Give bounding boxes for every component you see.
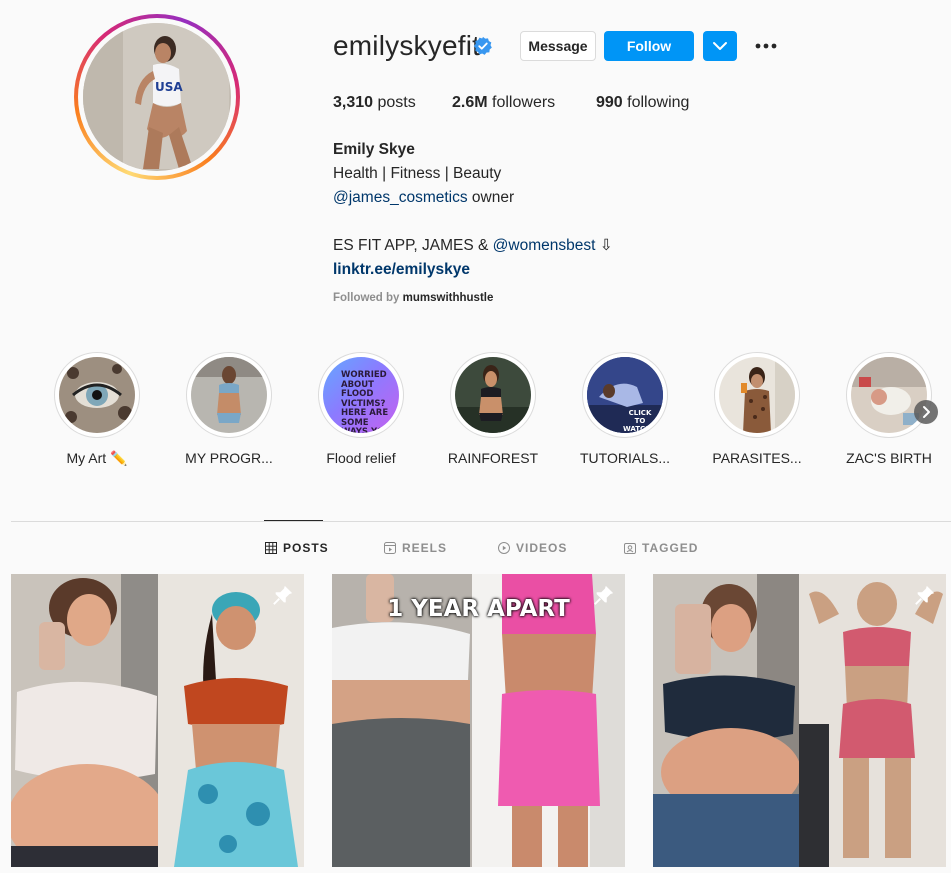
posts-count-value: 3,310 <box>333 94 374 111</box>
followers-link[interactable]: 2.6M followers <box>452 94 555 112</box>
highlight-ring <box>54 352 140 438</box>
suggested-accounts-dropdown-button[interactable] <box>703 31 737 61</box>
tab-label: VIDEOS <box>516 541 568 555</box>
avatar-photo: USA <box>83 23 231 171</box>
active-tab-indicator <box>264 520 323 521</box>
highlight-parasites[interactable]: PARASITES... <box>712 352 802 466</box>
highlight-ring: WORRIED ABOUT FLOOD VICTIMS? HERE ARE SO… <box>318 352 404 438</box>
bio-external-link[interactable]: linktr.ee/emilyskye <box>333 258 613 282</box>
highlight-ring <box>450 352 536 438</box>
highlights-next-button[interactable] <box>914 400 938 424</box>
profile-username: emilyskyefit <box>333 30 481 61</box>
message-button[interactable]: Message <box>520 31 596 61</box>
highlight-cover: WORRIED ABOUT FLOOD VICTIMS? HERE ARE SO… <box>323 357 399 433</box>
avatar-figure-icon: USA <box>83 23 229 169</box>
flood-relief-cover-text: WORRIED ABOUT FLOOD VICTIMS? HERE ARE SO… <box>341 370 391 433</box>
tabs-divider <box>11 521 951 522</box>
highlight-ring <box>714 352 800 438</box>
rainforest-photo-icon <box>455 357 531 433</box>
highlight-cover <box>59 357 135 433</box>
pin-icon <box>273 585 293 605</box>
svg-text:USA: USA <box>155 80 183 94</box>
highlight-ring <box>186 352 272 438</box>
verified-badge-icon <box>473 36 492 55</box>
highlight-label: MY PROGR... <box>185 450 273 466</box>
bio-spacer <box>333 210 613 234</box>
chevron-right-icon <box>923 406 930 418</box>
tab-posts[interactable]: POSTS <box>265 541 329 555</box>
highlight-cover <box>191 357 267 433</box>
post-thumbnail[interactable] <box>11 574 304 867</box>
highlight-label: Flood relief <box>326 450 396 466</box>
posts-count: 3,310 posts <box>333 94 416 112</box>
bio-arrow: ⇩ <box>595 237 613 254</box>
profile-full-name: Emily Skye <box>333 141 415 158</box>
posts-count-label: posts <box>377 94 416 111</box>
progress-photo-icon <box>191 357 267 433</box>
profile-bio: Emily Skye Health | Fitness | Beauty @ja… <box>333 138 613 282</box>
bio-line-apps: ES FIT APP, JAMES & @womensbest ⇩ <box>333 234 613 258</box>
chevron-down-icon <box>713 42 727 50</box>
tag-icon <box>624 543 636 554</box>
grid-icon <box>265 542 277 554</box>
followers-count-label: followers <box>492 94 556 111</box>
post-photo-right <box>799 574 946 867</box>
bio-line-owner: @james_cosmetics owner <box>333 186 613 210</box>
highlight-label: TUTORIALS... <box>580 450 670 466</box>
bio-text: owner <box>467 189 515 206</box>
avatar-border: USA <box>78 18 236 176</box>
follow-button[interactable]: Follow <box>604 31 694 61</box>
reels-icon <box>384 542 396 554</box>
tab-label: TAGGED <box>642 541 699 555</box>
highlight-label: ZAC'S BIRTH <box>846 450 932 466</box>
pin-icon <box>915 585 935 605</box>
post-thumbnail[interactable] <box>653 574 946 867</box>
bio-mention-link[interactable]: @james_cosmetics <box>333 189 468 206</box>
followers-count-value: 2.6M <box>452 94 488 111</box>
play-icon <box>498 542 510 554</box>
highlight-my-progress[interactable]: MY PROGR... <box>185 352 273 466</box>
tab-reels[interactable]: REELS <box>384 541 447 555</box>
tutorial-cover-text: CLICK TO WATCH!! <box>623 409 658 433</box>
highlight-ring: CLICK TO WATCH!! <box>582 352 668 438</box>
tab-tagged[interactable]: TAGGED <box>624 541 698 555</box>
bio-text: ES FIT APP, JAMES & <box>333 237 493 254</box>
bio-line: Health | Fitness | Beauty <box>333 165 502 182</box>
profile-avatar[interactable]: USA <box>74 14 240 180</box>
followed-by[interactable]: Followed by mumswithhustle <box>333 292 493 304</box>
highlight-cover <box>719 357 795 433</box>
options-button[interactable] <box>752 36 780 56</box>
highlight-cover <box>455 357 531 433</box>
leopard-eye-icon <box>59 357 135 433</box>
highlight-my-art[interactable]: My Art ✏️ <box>54 352 140 467</box>
highlight-label: My Art ✏️ <box>66 450 128 466</box>
parasites-photo-icon <box>719 357 795 433</box>
following-link[interactable]: 990 following <box>596 94 689 112</box>
tab-label: POSTS <box>283 541 329 555</box>
highlight-tutorials[interactable]: CLICK TO WATCH!! TUTORIALS... <box>580 352 670 466</box>
followed-by-user: mumswithhustle <box>402 292 494 304</box>
tab-label: REELS <box>402 541 448 555</box>
following-count-value: 990 <box>596 94 623 111</box>
bio-mention-link[interactable]: @womensbest <box>493 237 596 254</box>
highlight-flood-relief[interactable]: WORRIED ABOUT FLOOD VICTIMS? HERE ARE SO… <box>318 352 404 466</box>
followed-by-prefix: Followed by <box>333 292 403 304</box>
post-thumbnail[interactable]: 1 YEAR APART <box>332 574 625 867</box>
following-count-label: following <box>627 94 690 111</box>
post-overlay-text: 1 YEAR APART <box>387 596 570 622</box>
tab-videos[interactable]: VIDEOS <box>498 541 567 555</box>
more-options-icon <box>755 43 777 49</box>
highlight-ring <box>846 352 932 438</box>
highlight-label: RAINFOREST <box>447 450 539 466</box>
post-photo-right <box>158 574 304 867</box>
highlight-rainforest[interactable]: RAINFOREST <box>448 352 538 466</box>
post-photo-left <box>11 574 158 867</box>
pin-icon <box>594 585 614 605</box>
post-photo-left <box>653 574 799 867</box>
highlight-cover: CLICK TO WATCH!! <box>587 357 663 433</box>
highlight-label: PARASITES... <box>712 450 802 466</box>
